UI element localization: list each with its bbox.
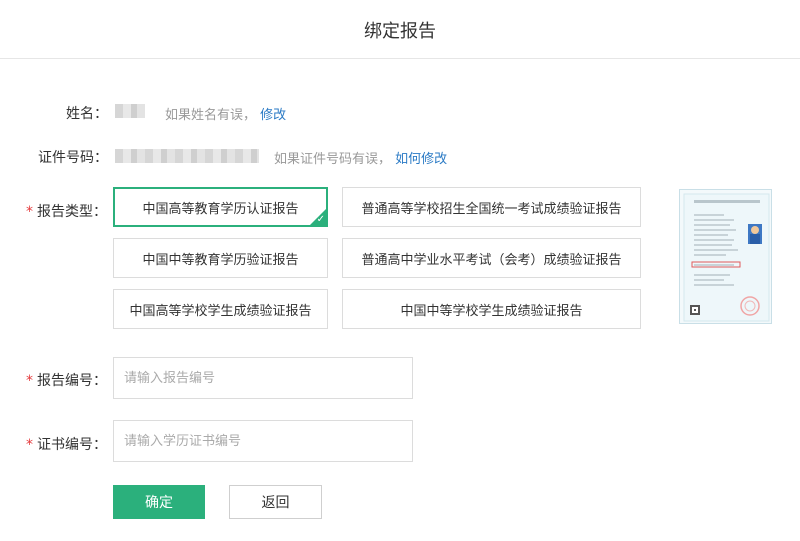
report-type-option-higher-school-score[interactable]: 中国高等学校学生成绩验证报告 bbox=[113, 289, 328, 329]
report-type-option-secondary-school-score[interactable]: 中国中等学校学生成绩验证报告 bbox=[342, 289, 641, 329]
report-type-option-huikao-score[interactable]: 普通高中学业水平考试（会考）成绩验证报告 bbox=[342, 238, 641, 278]
report-type-label-text: 报告类型： bbox=[37, 204, 107, 220]
required-mark: * bbox=[26, 437, 33, 453]
name-hint-text: 如果姓名有误， bbox=[165, 108, 257, 123]
id-hint-text: 如果证件号码有误， bbox=[274, 152, 392, 167]
report-type-option-label: 普通高中学业水平考试（会考）成绩验证报告 bbox=[361, 252, 622, 268]
checkmark-icon: ✓ bbox=[316, 214, 325, 225]
report-type-option-secondary-edu[interactable]: 中国中等教育学历验证报告 bbox=[113, 238, 328, 278]
report-type-option-gaokao-score[interactable]: 普通高等学校招生全国统一考试成绩验证报告 bbox=[342, 187, 641, 227]
report-type-option-label: 中国高等学校学生成绩验证报告 bbox=[129, 303, 312, 319]
name-edit-link[interactable]: 修改 bbox=[260, 108, 286, 123]
report-number-label-text: 报告编号： bbox=[37, 373, 107, 389]
id-label: 证件号码： bbox=[38, 150, 108, 166]
id-masked-value bbox=[115, 149, 259, 163]
page-header: 绑定报告 bbox=[0, 0, 800, 59]
page-title: 绑定报告 bbox=[364, 21, 436, 42]
report-type-option-higher-edu-cert[interactable]: 中国高等教育学历认证报告 ✓ bbox=[113, 187, 328, 227]
back-button[interactable]: 返回 bbox=[229, 485, 322, 519]
name-hint: 如果姓名有误， 修改 bbox=[165, 104, 286, 123]
report-number-label: * 报告编号： bbox=[26, 370, 107, 390]
cert-number-input[interactable] bbox=[113, 420, 413, 462]
report-type-label: * 报告类型： bbox=[26, 201, 107, 221]
name-label: 姓名： bbox=[66, 106, 108, 122]
required-mark: * bbox=[26, 373, 33, 389]
report-type-option-label: 中国中等教育学历验证报告 bbox=[142, 252, 299, 268]
confirm-button[interactable]: 确定 bbox=[113, 485, 205, 519]
id-hint: 如果证件号码有误， 如何修改 bbox=[274, 148, 447, 167]
report-type-option-label: 中国高等教育学历认证报告 bbox=[142, 201, 299, 217]
cert-number-label-text: 证书编号： bbox=[37, 437, 107, 453]
report-type-option-label: 中国中等学校学生成绩验证报告 bbox=[400, 303, 583, 319]
id-how-to-edit-link[interactable]: 如何修改 bbox=[395, 152, 447, 167]
sample-certificate-image bbox=[679, 189, 772, 324]
name-masked-value bbox=[115, 104, 145, 118]
report-number-input[interactable] bbox=[113, 357, 413, 399]
cert-number-label: * 证书编号： bbox=[26, 434, 107, 454]
report-type-option-label: 普通高等学校招生全国统一考试成绩验证报告 bbox=[361, 201, 622, 217]
required-mark: * bbox=[26, 204, 33, 220]
